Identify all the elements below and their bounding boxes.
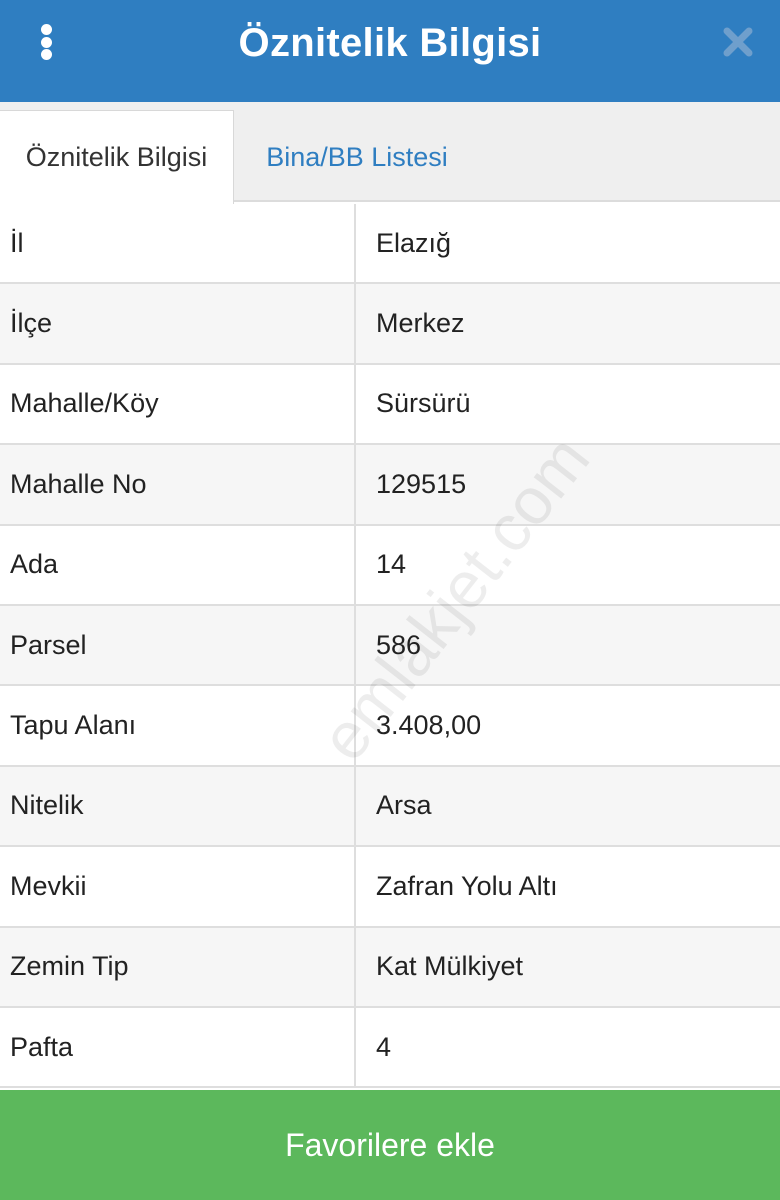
table-row: İlçe Merkez bbox=[0, 284, 780, 365]
attribute-label: Zemin Tip bbox=[0, 927, 356, 1006]
attribute-label: İlçe bbox=[0, 284, 356, 363]
attribute-value: Merkez bbox=[376, 308, 465, 339]
close-icon[interactable] bbox=[722, 26, 754, 58]
tab-bina-bb-listesi[interactable]: Bina/BB Listesi bbox=[234, 110, 480, 204]
table-row: İl Elazığ bbox=[0, 204, 780, 285]
attribute-label: Ada bbox=[0, 525, 356, 604]
attribute-value: Zafran Yolu Altı bbox=[376, 870, 558, 901]
attribute-label: Tapu Alanı bbox=[0, 686, 356, 765]
more-vertical-icon[interactable] bbox=[28, 20, 64, 64]
attribute-label: İl bbox=[0, 204, 356, 283]
table-row: Pafta 4 bbox=[0, 1007, 780, 1089]
table-row: Mahalle No 129515 bbox=[0, 445, 780, 526]
attribute-value: 586 bbox=[376, 629, 422, 660]
attribute-label: Pafta bbox=[0, 1007, 356, 1087]
table-row: Ada 14 bbox=[0, 525, 780, 606]
attribute-label: Mahalle No bbox=[0, 445, 356, 524]
attribute-value: Elazığ bbox=[376, 227, 452, 258]
page-title: Öznitelik Bilgisi bbox=[238, 20, 542, 65]
menu-dot bbox=[40, 49, 52, 60]
attribute-label: Mahalle/Köy bbox=[0, 364, 356, 444]
attribute-value: Sürsürü bbox=[376, 388, 471, 419]
table-row: Mahalle/Köy Sürsürü bbox=[0, 364, 780, 446]
attribute-table: İl Elazığ İlçe Merkez Mahalle/Köy Sürsür… bbox=[0, 204, 780, 1089]
attribute-value: 14 bbox=[376, 549, 407, 580]
attribute-label: Mevkii bbox=[0, 847, 356, 926]
attribute-label: Nitelik bbox=[0, 766, 356, 846]
menu-dot bbox=[40, 24, 52, 35]
table-row: Parsel 586 bbox=[0, 605, 780, 687]
table-row: Zemin Tip Kat Mülkiyet bbox=[0, 927, 780, 1008]
add-to-favorites-button[interactable]: Favorilere ekle bbox=[0, 1090, 780, 1200]
table-row: Nitelik Arsa bbox=[0, 766, 780, 848]
menu-dot bbox=[40, 36, 52, 48]
table-row: Tapu Alanı 3.408,00 bbox=[0, 686, 780, 767]
tab-oznitelik-bilgisi[interactable]: Öznitelik Bilgisi bbox=[0, 110, 234, 204]
attribute-value: Kat Mülkiyet bbox=[376, 951, 524, 982]
attribute-value: 129515 bbox=[376, 468, 467, 499]
app-header: Öznitelik Bilgisi bbox=[0, 0, 780, 102]
table-row: Mevkii Zafran Yolu Altı bbox=[0, 847, 780, 928]
attribute-value: 4 bbox=[376, 1031, 392, 1062]
attribute-value: 3.408,00 bbox=[376, 710, 482, 741]
tab-bar: Öznitelik Bilgisi Bina/BB Listesi bbox=[0, 102, 780, 204]
attribute-value: Arsa bbox=[376, 790, 432, 821]
attribute-label: Parsel bbox=[0, 605, 356, 685]
